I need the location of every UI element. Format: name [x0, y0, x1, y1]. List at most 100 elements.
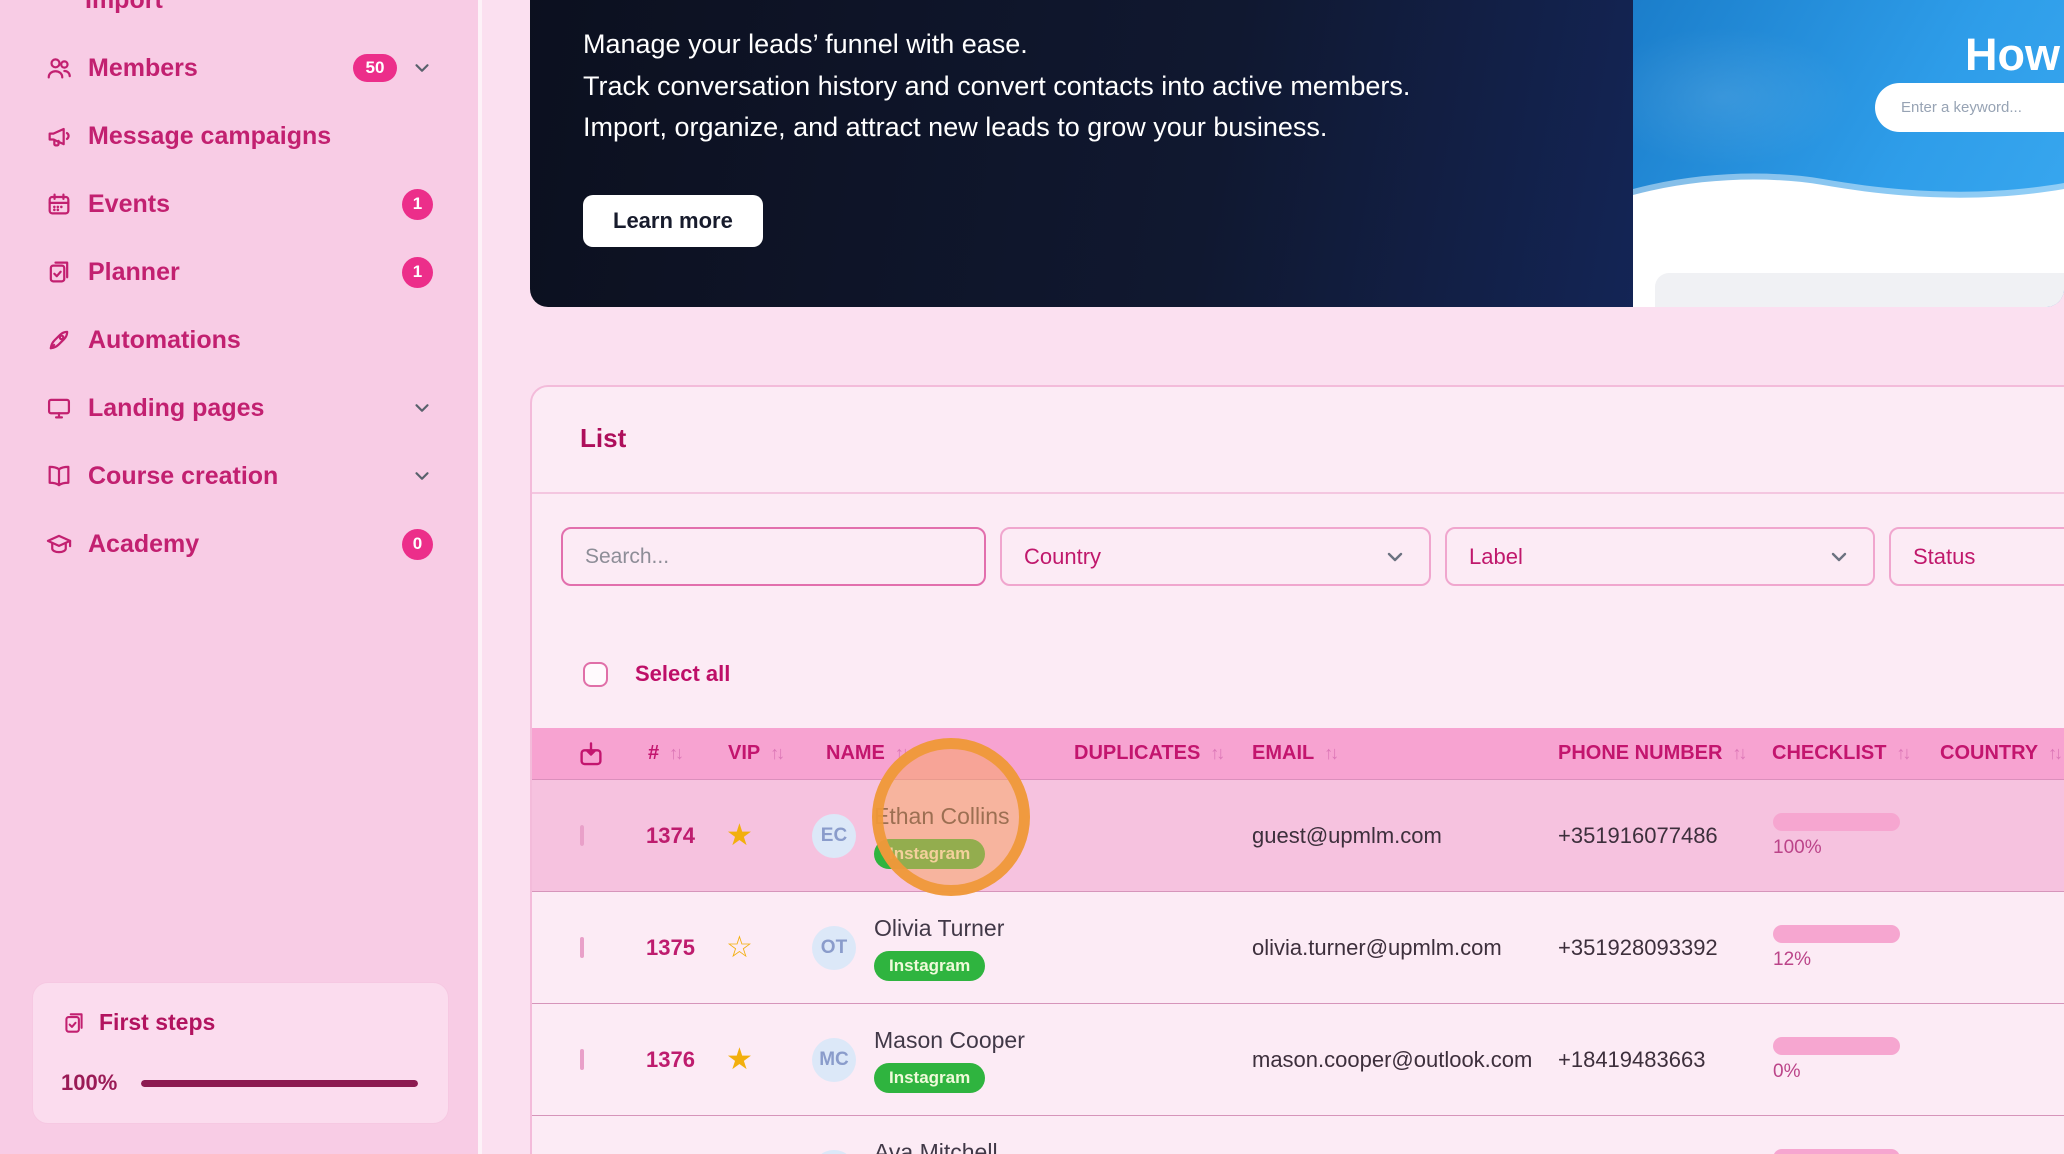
column-header-email[interactable]: EMAIL↑↓: [1226, 742, 1532, 765]
table-row[interactable]: 1374 ★☆ EC Ethan Collins Instagram guest…: [532, 780, 2064, 892]
country-filter-label: Country: [1024, 544, 1101, 570]
sort-icon: ↑↓: [1732, 743, 1744, 764]
filters-bar: Country Label Status: [561, 527, 2064, 586]
contact-name[interactable]: Ava Mitchell: [874, 1139, 998, 1154]
sidebar-item-members[interactable]: Members 50: [0, 34, 478, 102]
sidebar-item-label: Import: [85, 0, 163, 15]
checklist-cell: 12%: [1746, 892, 1914, 1003]
first-steps-progressbar: [141, 1080, 418, 1087]
contact-phone: +351928093392: [1532, 935, 1746, 961]
column-header-number[interactable]: #↑↓: [622, 742, 702, 765]
chevron-down-icon: [1827, 545, 1851, 569]
academy-count-badge: 0: [402, 529, 433, 560]
contact-name[interactable]: Ethan Collins: [874, 803, 1010, 829]
search-input[interactable]: [561, 527, 986, 586]
sidebar-item-label: Planner: [88, 258, 180, 287]
contact-phone: +18419483663: [1532, 1047, 1746, 1073]
channel-badge: Instagram: [874, 951, 985, 981]
vip-star-icon[interactable]: ★☆: [726, 819, 753, 852]
column-header-phone[interactable]: PHONE NUMBER↑↓: [1532, 742, 1746, 765]
sidebar-item-landing-pages[interactable]: Landing pages: [0, 374, 478, 442]
sort-icon: ↑↓: [2048, 743, 2060, 764]
avatar: EC: [812, 814, 856, 858]
sort-icon: ↑↓: [1896, 743, 1908, 764]
banner-line: Manage your leads’ funnel with ease.: [583, 24, 1410, 66]
first-steps-title: First steps: [99, 1009, 215, 1036]
first-steps-card[interactable]: First steps 100%: [32, 982, 449, 1124]
book-icon: [45, 462, 73, 490]
clipboard-check-icon: [45, 258, 73, 286]
country-filter-dropdown[interactable]: Country: [1000, 527, 1431, 586]
export-icon: [576, 739, 606, 769]
list-panel: List Country Label Status Select all #↑↓: [530, 385, 2064, 1154]
planner-count-badge: 1: [402, 257, 433, 288]
sidebar-item-planner[interactable]: Planner 1: [0, 238, 478, 306]
sidebar-item-label: Message campaigns: [88, 122, 331, 151]
rocket-icon: [45, 326, 73, 354]
keyword-search-input[interactable]: [1875, 83, 2064, 132]
select-all-row: Select all: [583, 661, 730, 687]
sidebar-item-import[interactable]: Import: [0, 0, 478, 34]
avatar: MC: [812, 1038, 856, 1082]
wave-decoration: [1633, 167, 2064, 213]
label-filter-dropdown[interactable]: Label: [1445, 527, 1875, 586]
column-header-duplicates[interactable]: DUPLICATES↑↓: [1048, 742, 1226, 765]
label-filter-label: Label: [1469, 544, 1523, 570]
sidebar-item-academy[interactable]: Academy 0: [0, 510, 478, 578]
checklist-percent: 12%: [1773, 949, 1811, 971]
sidebar-item-automations[interactable]: Automations: [0, 306, 478, 374]
table-header: #↑↓ VIP↑↓ NAME↑↓ DUPLICATES↑↓ EMAIL↑↓ PH…: [532, 728, 2064, 780]
sidebar-item-events[interactable]: Events 1: [0, 170, 478, 238]
sort-icon: ↑↓: [895, 743, 907, 764]
help-center-preview: How C: [1633, 0, 2064, 307]
sidebar-item-label: Academy: [88, 530, 199, 559]
chevron-down-icon[interactable]: [411, 57, 433, 79]
calendar-icon: [45, 190, 73, 218]
contact-email: olivia.turner@upmlm.com: [1226, 935, 1532, 961]
checklist-percent: 100%: [1773, 837, 1822, 859]
channel-badge: Instagram: [874, 1063, 985, 1093]
column-header-country[interactable]: COUNTRY↑↓: [1914, 742, 2064, 765]
chevron-down-icon[interactable]: [411, 397, 433, 419]
status-filter-dropdown[interactable]: Status: [1889, 527, 2064, 586]
export-button[interactable]: [560, 739, 622, 769]
sidebar-item-message-campaigns[interactable]: Message campaigns: [0, 102, 478, 170]
table-row[interactable]: 1375 ★☆ OT Olivia Turner Instagram olivi…: [532, 892, 2064, 1004]
channel-badge: Instagram: [874, 839, 985, 869]
vip-star-icon[interactable]: ★☆: [726, 931, 753, 964]
learn-more-button[interactable]: Learn more: [583, 195, 763, 247]
contact-email: mason.cooper@outlook.com: [1226, 1047, 1532, 1073]
table-row[interactable]: 1376 ★☆ MC Mason Cooper Instagram mason.…: [532, 1004, 2064, 1116]
vip-star-icon[interactable]: ★☆: [726, 1043, 753, 1076]
graduation-cap-icon: [45, 530, 73, 558]
select-all-label: Select all: [635, 661, 730, 687]
row-checkbox[interactable]: [580, 1049, 584, 1070]
checklist-progressbar: [1773, 813, 1900, 831]
checklist-cell: 100%: [1746, 780, 1914, 891]
events-count-badge: 1: [402, 189, 433, 220]
column-header-name[interactable]: NAME↑↓: [800, 742, 1048, 765]
chevron-down-icon[interactable]: [411, 465, 433, 487]
column-header-checklist[interactable]: CHECKLIST↑↓: [1746, 742, 1914, 765]
page-title: List: [580, 423, 626, 454]
row-number: 1374: [622, 823, 702, 849]
sidebar-item-course-creation[interactable]: Course creation: [0, 442, 478, 510]
row-checkbox[interactable]: [580, 937, 584, 958]
divider: [532, 492, 2064, 494]
banner-text: Manage your leads’ funnel with ease. Tra…: [583, 24, 1410, 149]
table-body: 1374 ★☆ EC Ethan Collins Instagram guest…: [532, 780, 2064, 1154]
table-row[interactable]: 1377 ★☆ AM Ava Mitchell Instagram ava.mi…: [532, 1116, 2064, 1154]
members-count-badge: 50: [353, 54, 397, 82]
sort-icon: ↑↓: [669, 743, 681, 764]
help-center-heading: How C: [1965, 29, 2064, 81]
contact-name[interactable]: Mason Cooper: [874, 1027, 1025, 1053]
sidebar-item-label: Events: [88, 190, 170, 219]
sidebar-item-label: Automations: [88, 326, 241, 355]
column-header-vip[interactable]: VIP↑↓: [702, 742, 800, 765]
sidebar-item-label: Members: [88, 54, 198, 83]
contact-name[interactable]: Olivia Turner: [874, 915, 1004, 941]
select-all-checkbox[interactable]: [583, 662, 608, 687]
sidebar-nav: Import Members 50 Message campaigns Even…: [0, 0, 478, 578]
row-checkbox[interactable]: [580, 825, 584, 846]
avatar: OT: [812, 926, 856, 970]
